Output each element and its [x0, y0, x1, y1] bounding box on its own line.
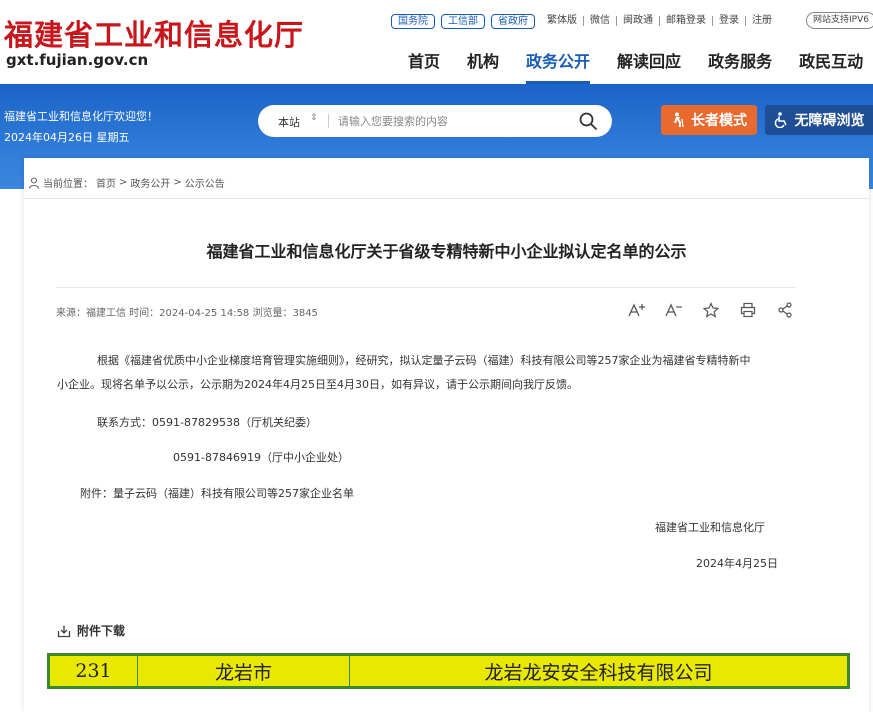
- nav-home[interactable]: 首页: [408, 48, 440, 74]
- site-logo-title[interactable]: 福建省工业和信息化厅: [4, 12, 304, 54]
- article-tools: [627, 300, 794, 319]
- elder-mode-label: 长者模式: [691, 113, 747, 129]
- nav-interaction[interactable]: 政民互动: [799, 48, 863, 74]
- sign-date: 2024年4月25日: [696, 557, 778, 570]
- search-divider: [328, 114, 329, 128]
- breadcrumb-label: 当前位置：: [43, 179, 93, 190]
- breadcrumb-sep: >: [119, 177, 128, 188]
- contact-line-2: 0591-87846919（厅中小企业处）: [173, 451, 349, 464]
- breadcrumb-gov-affairs[interactable]: 政务公开: [130, 175, 170, 190]
- font-increase-icon[interactable]: [627, 300, 646, 319]
- accessible-label: 无障碍浏览: [794, 113, 865, 129]
- link-register[interactable]: 注册: [745, 16, 778, 26]
- breadcrumb-sep: >: [173, 177, 182, 188]
- elder-mode-button[interactable]: 长者模式: [661, 105, 757, 135]
- article-paragraph-line: 小企业。现将名单予以公示，公示期为2024年4月25日至4月30日，如有异议，请…: [57, 378, 578, 391]
- link-provincial-gov[interactable]: 省政府: [491, 13, 535, 29]
- link-state-council[interactable]: 国务院: [391, 13, 435, 29]
- attachment-table-preview: 231 龙岩市 龙岩龙安安全科技有限公司: [47, 653, 850, 689]
- link-traditional[interactable]: 繁体版: [541, 16, 583, 26]
- current-date: 2024年04月26日 星期五: [4, 131, 130, 144]
- divider: [24, 198, 869, 199]
- share-icon[interactable]: [775, 300, 794, 319]
- breadcrumb-notices[interactable]: 公示公告: [185, 175, 225, 190]
- contact-line-1: 联系方式：0591-87829538（厅机关纪委）: [97, 416, 317, 429]
- font-decrease-icon[interactable]: [664, 300, 683, 319]
- print-icon[interactable]: [738, 300, 757, 319]
- nav-services[interactable]: 政务服务: [708, 48, 772, 74]
- nav-organization[interactable]: 机构: [467, 48, 499, 74]
- breadcrumb: 当前位置： 首页 > 政务公开 > 公示公告: [28, 175, 225, 190]
- ipv6-badge: 网站支持IPV6: [806, 12, 873, 29]
- download-icon: [57, 625, 71, 637]
- link-miit[interactable]: 工信部: [441, 13, 485, 29]
- article-meta: 来源：福建工信 时间：2024-04-25 14:58 浏览量：3845: [56, 308, 318, 319]
- location-icon: [28, 176, 40, 189]
- signature: 福建省工业和信息化厅: [655, 521, 765, 534]
- article-title: 福建省工业和信息化厅关于省级专精特新中小企业拟认定名单的公示: [206, 242, 687, 261]
- download-label: 附件下载: [77, 624, 126, 638]
- wheelchair-icon: [774, 112, 787, 128]
- accessible-browse-button[interactable]: 无障碍浏览: [765, 105, 873, 135]
- link-login[interactable]: 登录: [712, 16, 745, 26]
- table-cell-company: 龙岩龙安安全科技有限公司: [484, 661, 713, 684]
- article-paragraph-line: 根据《福建省优质中小企业梯度培育管理实施细则》，经研究，拟认定量子云码（福建）科…: [97, 354, 751, 367]
- main-nav: 首页 机构 政务公开 解读回应 政务服务 政民互动: [408, 48, 873, 84]
- table-cell-city: 龙岩市: [138, 656, 350, 686]
- link-mzt[interactable]: 闽政通: [616, 16, 659, 26]
- welcome-text: 福建省工业和信息化厅欢迎您！: [4, 110, 158, 123]
- updown-arrow-icon[interactable]: ⇕: [310, 113, 318, 123]
- attachment-download-title: 附件下载: [57, 622, 125, 639]
- search-scope-select[interactable]: 本站: [278, 114, 300, 130]
- attachment-note: 附件：量子云码（福建）科技有限公司等257家企业名单: [80, 487, 354, 500]
- search-bar: 本站 ⇕: [258, 105, 612, 137]
- link-mail-login[interactable]: 邮箱登录: [659, 16, 712, 26]
- divider: [56, 287, 796, 288]
- top-links: 国务院 工信部 省政府 繁体版 微信 闽政通 邮箱登录 登录 注册: [391, 12, 778, 30]
- star-icon[interactable]: [701, 300, 720, 319]
- search-input[interactable]: [338, 112, 558, 130]
- table-cell-index: 231: [50, 656, 138, 686]
- elder-icon: [674, 112, 684, 128]
- breadcrumb-home[interactable]: 首页: [96, 175, 116, 190]
- link-wechat[interactable]: 微信: [583, 16, 616, 26]
- site-header: 福建省工业和信息化厅 gxt.fujian.gov.cn 国务院 工信部 省政府…: [0, 0, 873, 84]
- search-icon[interactable]: [578, 111, 598, 131]
- site-domain: gxt.fujian.gov.cn: [6, 51, 149, 69]
- nav-gov-affairs[interactable]: 政务公开: [526, 48, 591, 84]
- nav-interpretation[interactable]: 解读回应: [617, 48, 681, 74]
